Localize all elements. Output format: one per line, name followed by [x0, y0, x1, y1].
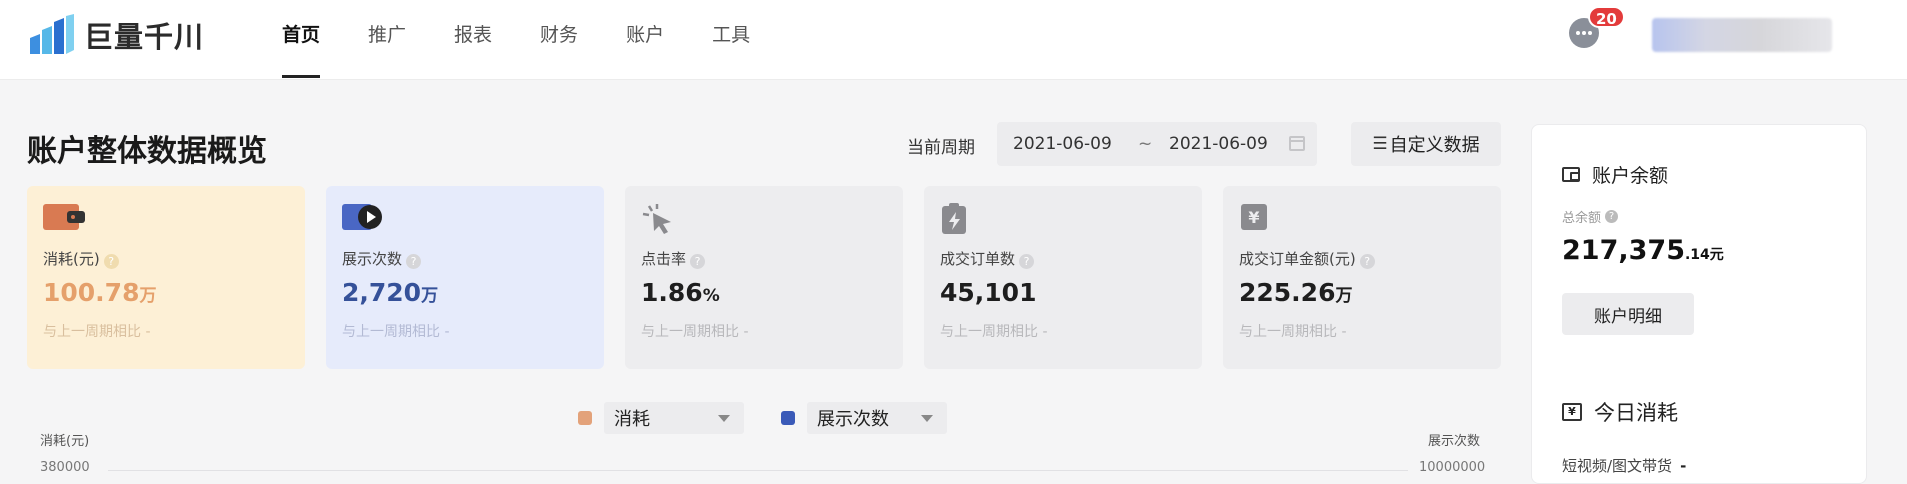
card-value: 1.86 — [641, 278, 703, 307]
card-value: 100.78 — [43, 278, 140, 307]
help-icon[interactable]: ? — [1359, 254, 1375, 269]
top-navigation-bar: 巨量千川 首页 推广 报表 财务 账户 工具 20 — [0, 0, 1907, 80]
play-icon — [342, 204, 382, 230]
account-detail-button[interactable]: 账户明细 — [1562, 293, 1694, 335]
total-balance-unit: 元 — [1709, 247, 1724, 263]
nav-item-reports[interactable]: 报表 — [454, 0, 492, 78]
help-icon[interactable]: ? — [690, 254, 706, 269]
card-label: 成交订单数 — [940, 250, 1016, 268]
card-value: 45,101 — [940, 278, 1037, 307]
metric-select-cost[interactable]: 消耗 — [604, 402, 744, 434]
click-icon — [642, 204, 671, 234]
logo-icon — [30, 14, 74, 54]
help-icon[interactable]: ? — [406, 254, 422, 269]
card-value: 225.26 — [1239, 278, 1336, 307]
help-icon[interactable]: ? — [103, 254, 119, 269]
page-title: 账户整体数据概览 — [27, 134, 267, 169]
left-axis-label: 消耗(元) — [40, 434, 90, 449]
custom-data-label: 自定义数据 — [1389, 135, 1480, 156]
message-count-badge: 20 — [1588, 6, 1625, 28]
today-cost-line-label: 短视频/图文带货 — [1562, 457, 1673, 475]
period-label: 当前周期 — [907, 138, 975, 158]
card-unit: 万 — [421, 286, 439, 306]
total-balance-decimal: .14 — [1684, 247, 1710, 263]
calendar-icon — [1289, 136, 1305, 151]
yen-icon: ¥ — [1562, 403, 1582, 421]
logo-text: 巨量千川 — [84, 20, 205, 54]
card-unit: 万 — [1335, 286, 1353, 306]
wallet-icon — [43, 204, 85, 230]
custom-data-button[interactable]: ☰ 自定义数据 — [1351, 122, 1501, 166]
total-balance-label: 总余额 — [1562, 211, 1602, 226]
account-balance-panel: 账户余额 总余额 ? 217,375.14元 账户明细 ¥ 今日消耗 短视频/图… — [1531, 124, 1867, 484]
date-end: 2021-06-09 — [1169, 134, 1268, 154]
main-nav: 首页 推广 报表 财务 账户 工具 — [282, 0, 798, 78]
metric-card-ctr[interactable]: 点击率? 1.86% 与上一周期相比 - — [625, 186, 903, 369]
card-unit: 万 — [139, 286, 157, 306]
user-account-menu[interactable] — [1652, 18, 1832, 52]
right-axis-label: 展示次数 — [1428, 434, 1481, 449]
legend-swatch-impressions — [781, 411, 795, 425]
metric-card-orders[interactable]: 成交订单数? 45,101 与上一周期相比 - — [924, 186, 1202, 369]
legend-impressions: 展示次数 — [781, 402, 947, 434]
legend-cost: 消耗 — [578, 402, 744, 434]
legend-label-cost: 消耗 — [614, 409, 650, 430]
nav-item-promote[interactable]: 推广 — [368, 0, 406, 78]
legend-swatch-cost — [578, 411, 592, 425]
metric-select-impressions[interactable]: 展示次数 — [807, 402, 947, 434]
chart-grid-line — [108, 470, 1408, 471]
legend-label-impressions: 展示次数 — [817, 409, 889, 430]
date-start: 2021-06-09 — [1013, 134, 1112, 154]
card-label: 消耗(元) — [43, 250, 100, 268]
card-compare: 与上一周期相比 - — [43, 324, 151, 340]
date-separator: ~ — [1138, 134, 1153, 154]
logo[interactable]: 巨量千川 — [28, 14, 204, 56]
nav-item-home[interactable]: 首页 — [282, 0, 321, 78]
nav-item-account[interactable]: 账户 — [626, 0, 664, 78]
help-icon[interactable]: ? — [1019, 254, 1035, 269]
metric-card-order-amount[interactable]: ¥ 成交订单金额(元)? 225.26万 与上一周期相比 - — [1223, 186, 1501, 369]
date-range-picker[interactable]: 2021-06-09 ~ 2021-06-09 — [997, 122, 1317, 166]
card-value: 2,720 — [342, 278, 422, 307]
chevron-down-icon — [718, 415, 730, 422]
order-icon — [942, 203, 966, 234]
card-label: 展示次数 — [342, 250, 403, 268]
card-unit: % — [702, 286, 720, 306]
card-label: 成交订单金额(元) — [1239, 250, 1356, 268]
metric-card-cost[interactable]: 消耗(元)? 100.78万 与上一周期相比 - — [27, 186, 305, 369]
sliders-icon: ☰ — [1372, 134, 1388, 154]
help-icon[interactable]: ? — [1605, 210, 1619, 223]
card-compare: 与上一周期相比 - — [940, 324, 1048, 340]
chevron-down-icon — [921, 415, 933, 422]
today-cost-line-value: - — [1680, 457, 1687, 475]
balance-title: 账户余额 — [1592, 165, 1669, 187]
card-compare: 与上一周期相比 - — [641, 324, 749, 340]
nav-item-finance[interactable]: 财务 — [540, 0, 578, 78]
total-balance-value: 217,375 — [1562, 235, 1685, 266]
svg-text:¥: ¥ — [1248, 208, 1259, 227]
yen-icon: ¥ — [1241, 204, 1267, 230]
right-axis-tick: 10000000 — [1419, 460, 1486, 475]
left-axis-tick: 380000 — [40, 460, 90, 475]
card-compare: 与上一周期相比 - — [342, 324, 450, 340]
metric-card-impressions[interactable]: 展示次数? 2,720万 与上一周期相比 - — [326, 186, 604, 369]
card-label: 点击率 — [641, 250, 687, 268]
today-cost-title: 今日消耗 — [1594, 401, 1678, 425]
nav-item-tools[interactable]: 工具 — [712, 0, 750, 78]
wallet-icon — [1562, 167, 1580, 182]
card-compare: 与上一周期相比 - — [1239, 324, 1347, 340]
